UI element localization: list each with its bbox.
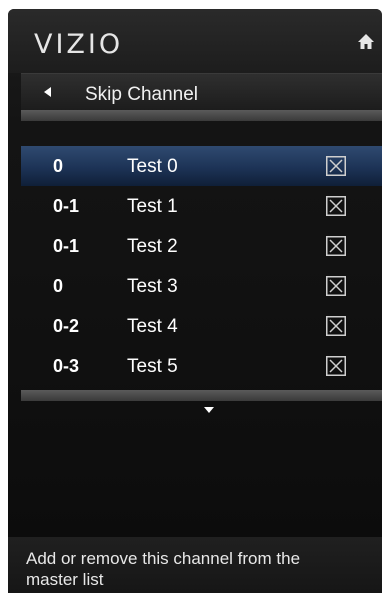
header-bar: VIZIO bbox=[8, 9, 382, 73]
channel-name: Test 0 bbox=[127, 156, 178, 177]
channel-row[interactable]: 0-1 Test 2 bbox=[21, 226, 382, 266]
channel-row[interactable]: 0 Test 0 bbox=[21, 146, 382, 186]
channel-number: 0-3 bbox=[53, 356, 80, 376]
channel-name: Test 4 bbox=[127, 316, 178, 337]
channel-number: 0 bbox=[53, 276, 64, 296]
channel-row[interactable]: 0 Test 3 bbox=[21, 266, 382, 306]
title-bar: Skip Channel bbox=[21, 73, 382, 111]
channel-list: 0 Test 0 0-1 Test 1 0-1 Test 2 0 Test 3 … bbox=[21, 146, 382, 386]
help-footer: Add or remove this channel from the mast… bbox=[8, 537, 382, 593]
channel-number: 0-1 bbox=[53, 236, 80, 256]
skip-checkbox-icon[interactable] bbox=[326, 156, 346, 176]
back-button[interactable] bbox=[21, 74, 71, 111]
home-icon[interactable] bbox=[357, 33, 375, 51]
skip-checkbox-icon[interactable] bbox=[326, 196, 346, 216]
channel-row[interactable]: 0-3 Test 5 bbox=[21, 346, 382, 386]
bottom-separator bbox=[21, 390, 382, 401]
skip-checkbox-icon[interactable] bbox=[326, 316, 346, 336]
skip-checkbox-icon[interactable] bbox=[326, 356, 346, 376]
channel-name: Test 3 bbox=[127, 276, 178, 297]
channel-number: 0 bbox=[53, 156, 64, 176]
skip-checkbox-icon[interactable] bbox=[326, 276, 346, 296]
channel-name: Test 1 bbox=[127, 196, 178, 217]
channel-name: Test 2 bbox=[127, 236, 178, 257]
channel-number: 0-2 bbox=[53, 316, 80, 336]
channel-row[interactable]: 0-1 Test 1 bbox=[21, 186, 382, 226]
back-arrow-icon bbox=[44, 87, 51, 97]
channel-name: Test 5 bbox=[127, 356, 178, 377]
chevron-down-icon[interactable] bbox=[204, 407, 214, 413]
vizio-logo: VIZIO bbox=[34, 29, 124, 60]
channel-number: 0-1 bbox=[53, 196, 80, 216]
page-title: Skip Channel bbox=[85, 84, 199, 105]
help-text: Add or remove this channel from the mast… bbox=[26, 549, 301, 589]
skip-checkbox-icon[interactable] bbox=[326, 236, 346, 256]
top-separator bbox=[21, 110, 382, 121]
skip-channel-menu: VIZIO Skip Channel 0 Test 0 0-1 Test 1 0… bbox=[8, 9, 382, 593]
channel-row[interactable]: 0-2 Test 4 bbox=[21, 306, 382, 346]
